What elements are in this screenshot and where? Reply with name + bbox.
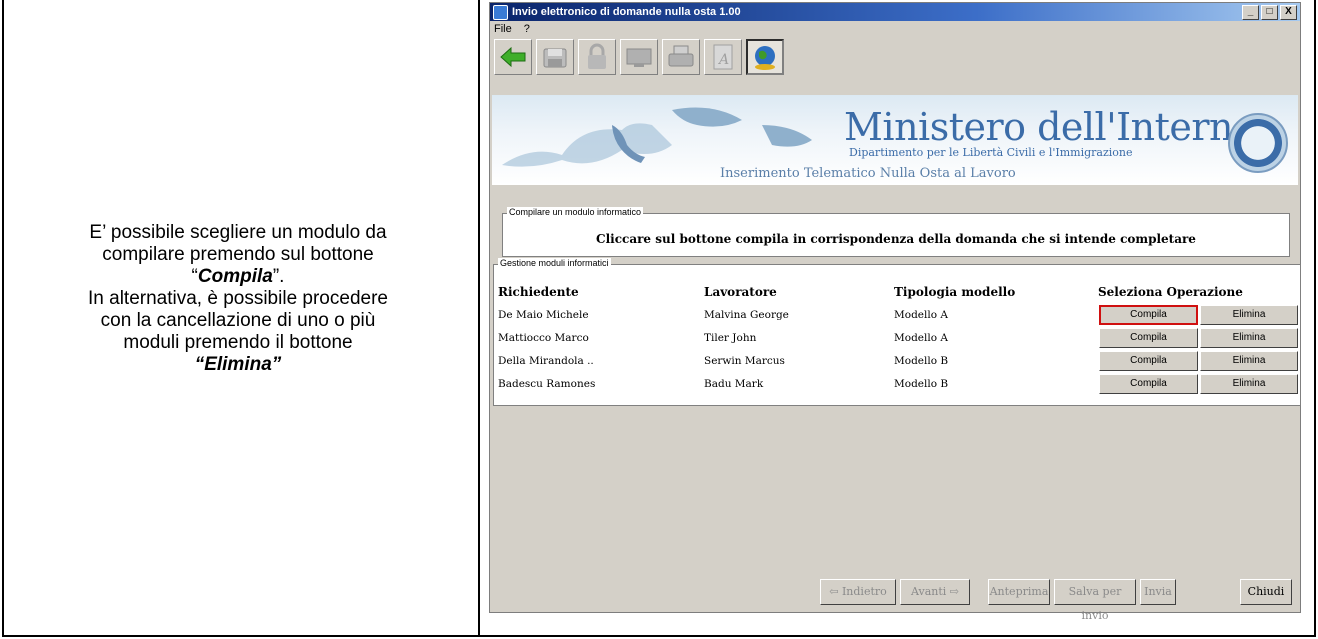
cell-richiedente: Mattiocco Marco (498, 332, 589, 344)
ministry-seal-icon (1228, 113, 1288, 173)
bottom-button-bar: ⇦ Indietro Avanti ⇨ Anteprima Salva per … (492, 573, 1298, 622)
banner-subtitle: Dipartimento per le Libertà Civili e l'I… (849, 146, 1133, 159)
title-bar[interactable]: Invio elettronico di domande nulla osta … (490, 3, 1300, 21)
left-arrow-icon: ⇦ (829, 585, 842, 598)
manage-group: Gestione moduli informatici Richiedente … (493, 258, 1301, 406)
chiudi-button[interactable]: Chiudi (1240, 579, 1292, 605)
svg-text:A: A (717, 52, 729, 68)
compile-group-legend: Compilare un modulo informatico (507, 207, 644, 217)
printer-icon[interactable] (662, 39, 700, 75)
desc-line-7: “Elimina” (194, 354, 282, 375)
banner-caption: Inserimento Telematico Nulla Osta al Lav… (720, 166, 1016, 181)
menu-help[interactable]: ? (524, 23, 530, 35)
instruction-text: E’ possibile scegliere un modulo da comp… (12, 222, 464, 376)
compila-word: Compila (197, 266, 273, 287)
window-title: Invio elettronico di domande nulla osta … (512, 6, 741, 18)
menu-bar: File ? (490, 21, 1300, 37)
compila-button[interactable]: Compila (1099, 374, 1198, 394)
cell-tipologia: Modello B (894, 355, 949, 367)
cell-tipologia: Modello A (894, 309, 948, 321)
header-tipologia: Tipologia modello (894, 285, 1016, 299)
cell-tipologia: Modello A (894, 332, 948, 344)
desc-line-4: In alternativa, è possibile procedere (88, 288, 388, 309)
invia-button[interactable]: Invia (1140, 579, 1176, 605)
desc-line-2: compilare premendo sul bottone (102, 244, 374, 265)
elimina-button[interactable]: Elimina (1200, 328, 1298, 348)
elimina-button[interactable]: Elimina (1200, 374, 1298, 394)
document-a-icon[interactable]: A (704, 39, 742, 75)
compile-message: Cliccare sul bottone compila in corrispo… (596, 232, 1196, 246)
manage-group-legend: Gestione moduli informatici (498, 258, 611, 268)
compila-button[interactable]: Compila (1099, 328, 1198, 348)
application-window: Invio elettronico di domande nulla osta … (489, 2, 1301, 622)
salva-per-invio-button[interactable]: Salva per invio (1054, 579, 1136, 622)
floppy-icon[interactable] (536, 39, 574, 75)
indietro-button[interactable]: ⇦ Indietro (820, 579, 896, 605)
window-controls: _ □ X (1242, 5, 1297, 20)
header-lavoratore: Lavoratore (704, 285, 777, 299)
compila-button[interactable]: Compila (1099, 305, 1198, 325)
desc-line-1: E’ possibile scegliere un modulo da (89, 222, 387, 243)
cell-lavoratore: Serwin Marcus (704, 355, 785, 367)
header-operazione: Seleziona Operazione (1098, 285, 1243, 299)
desc-line-5: con la cancellazione di uno o più (100, 310, 376, 331)
banner-title: Ministero dell'Interno (844, 105, 1256, 149)
elimina-button[interactable]: Elimina (1200, 351, 1298, 371)
ministry-banner: Ministero dell'Interno Dipartimento per … (492, 95, 1298, 185)
right-arrow-icon: ⇨ (946, 585, 959, 598)
cell-lavoratore: Badu Mark (704, 378, 764, 390)
close-button[interactable]: X (1280, 5, 1297, 20)
compila-button[interactable]: Compila (1099, 351, 1198, 371)
monitor-icon[interactable] (620, 39, 658, 75)
cell-richiedente: Della Mirandola .. (498, 355, 594, 367)
toolbar: A (490, 37, 1300, 77)
desc-line-3: “Compila”. (191, 266, 285, 287)
header-richiedente: Richiedente (498, 285, 579, 299)
elimina-button[interactable]: Elimina (1200, 305, 1298, 325)
lock-icon[interactable] (578, 39, 616, 75)
cell-lavoratore: Tiler John (704, 332, 757, 344)
cell-lavoratore: Malvina George (704, 309, 789, 321)
elimina-word: Elimina (204, 354, 272, 375)
anteprima-button[interactable]: Anteprima (988, 579, 1050, 605)
menu-file[interactable]: File (494, 23, 512, 35)
column-divider (478, 0, 480, 635)
cell-richiedente: De Maio Michele (498, 309, 589, 321)
cell-tipologia: Modello B (894, 378, 949, 390)
app-icon (493, 4, 508, 20)
minimize-button[interactable]: _ (1242, 5, 1259, 20)
back-arrow-icon[interactable] (494, 39, 532, 75)
maximize-button[interactable]: □ (1261, 5, 1278, 20)
cell-richiedente: Badescu Ramones (498, 378, 596, 390)
desc-line-6: moduli premendo il bottone (123, 332, 353, 353)
avanti-button[interactable]: Avanti ⇨ (900, 579, 970, 605)
globe-icon[interactable] (746, 39, 784, 75)
compile-group: Compilare un modulo informatico Cliccare… (502, 207, 1290, 257)
